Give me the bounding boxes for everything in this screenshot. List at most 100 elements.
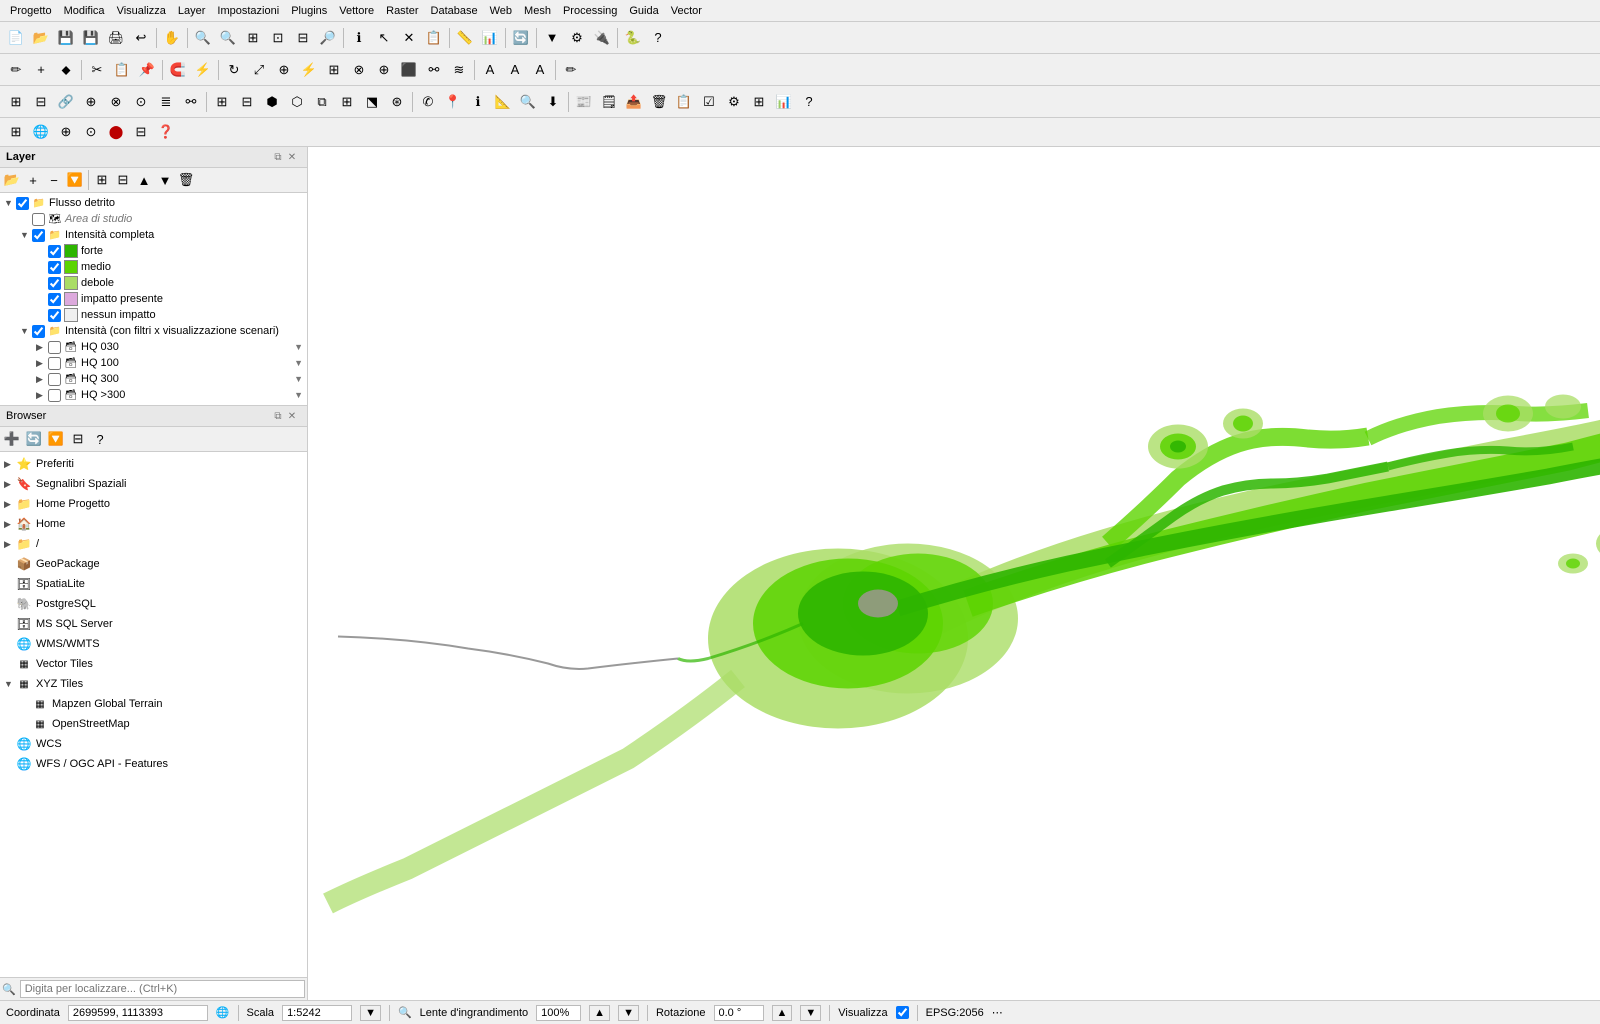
zoom-layer-btn[interactable]: ⊡	[266, 26, 290, 50]
browser-add-btn[interactable]: ➕	[2, 429, 22, 449]
layer-row-impatto[interactable]: impatto presente	[34, 291, 305, 307]
lens-down-btn[interactable]: ▼	[618, 1005, 639, 1021]
measure-btn[interactable]: 📏	[453, 26, 477, 50]
rotate-btn[interactable]: ↻	[222, 58, 246, 82]
cb-debole[interactable]	[48, 277, 61, 290]
layout2-btn[interactable]: 🗒	[597, 90, 621, 114]
browser-item-wms[interactable]: 🌐 WMS/WMTS	[0, 634, 307, 654]
rotation-input[interactable]	[714, 1005, 764, 1021]
identify2-btn[interactable]: ℹ	[466, 90, 490, 114]
plugin-btn[interactable]: 🔌	[590, 26, 614, 50]
atlas-btn[interactable]: 📊	[772, 90, 796, 114]
cb-forte[interactable]	[48, 245, 61, 258]
browser-collapse-btn[interactable]: ⊟	[68, 429, 88, 449]
layer-remove-btn[interactable]: −	[44, 170, 64, 190]
fill-ring-btn[interactable]: ⬛	[397, 58, 421, 82]
gps1-btn[interactable]: ⊞	[4, 120, 28, 144]
adv2-btn[interactable]: ⊟	[29, 90, 53, 114]
layer-row-hq300[interactable]: ▶ 🗃 HQ 300 ▼	[34, 371, 305, 387]
new-project-btn[interactable]: 📄	[4, 26, 28, 50]
adv3-btn[interactable]: 🔗	[54, 90, 78, 114]
browser-item-mssql[interactable]: 🗄 MS SQL Server	[0, 614, 307, 634]
layer-row-nessuno[interactable]: nessun impatto	[34, 307, 305, 323]
browser-item-wfs[interactable]: 🌐 WFS / OGC API - Features	[0, 754, 307, 774]
add-feature-btn[interactable]: +	[29, 58, 53, 82]
cb-area[interactable]	[32, 213, 45, 226]
browser-item-postgresql[interactable]: 🐘 PostgreSQL	[0, 594, 307, 614]
label2-btn[interactable]: A	[503, 58, 527, 82]
map-tips-btn[interactable]: ✆	[416, 90, 440, 114]
browser-help-btn[interactable]: ?	[90, 429, 110, 449]
adv5-btn[interactable]: ⊗	[104, 90, 128, 114]
browser-item-geopackage[interactable]: 📦 GeoPackage	[0, 554, 307, 574]
split-btn[interactable]: ⚡	[297, 58, 321, 82]
layer-row-debole[interactable]: debole	[34, 275, 305, 291]
coordinate-input[interactable]	[68, 1005, 208, 1021]
gps5-btn[interactable]: ⬤	[104, 120, 128, 144]
toggle-edit-btn[interactable]: ✏	[559, 58, 583, 82]
adv1-btn[interactable]: ⊞	[4, 90, 28, 114]
save-as-btn[interactable]: 💾	[79, 26, 103, 50]
download-btn[interactable]: ⬇	[541, 90, 565, 114]
adv16-btn[interactable]: ⊛	[385, 90, 409, 114]
cut-btn[interactable]: ✂	[85, 58, 109, 82]
spatial-q-btn[interactable]: 🔍	[516, 90, 540, 114]
rotation-up-btn[interactable]: ▲	[772, 1005, 793, 1021]
zoom-full-btn[interactable]: 🔎	[316, 26, 340, 50]
help2-btn[interactable]: ?	[797, 90, 821, 114]
gps3-btn[interactable]: ⊕	[54, 120, 78, 144]
browser-item-root[interactable]: ▶ 📁 /	[0, 534, 307, 554]
merge-btn[interactable]: ⊞	[322, 58, 346, 82]
settings-btn[interactable]: ⚙	[565, 26, 589, 50]
adv7-btn[interactable]: ≣	[154, 90, 178, 114]
menu-processing[interactable]: Processing	[557, 3, 623, 19]
layer-row-hq100[interactable]: ▶ 🗃 HQ 100 ▼	[34, 355, 305, 371]
menu-progetto[interactable]: Progetto	[4, 3, 58, 19]
label-btn[interactable]: A	[478, 58, 502, 82]
adv8-btn[interactable]: ⚯	[179, 90, 203, 114]
scale-dropdown-btn[interactable]: ▼	[360, 1005, 381, 1021]
menu-layer[interactable]: Layer	[172, 3, 212, 19]
gps6-btn[interactable]: ⊟	[129, 120, 153, 144]
map-area[interactable]	[308, 147, 1600, 1000]
cb-intensita[interactable]	[32, 229, 45, 242]
browser-item-spatialite[interactable]: 🗄 SpatiaLite	[0, 574, 307, 594]
annotation-btn[interactable]: 📍	[441, 90, 465, 114]
layer-row-hqgt300[interactable]: ▶ 🗃 HQ >300 ▼	[34, 387, 305, 403]
browser-panel-float-btn[interactable]: ⧉	[271, 409, 285, 423]
layer-delete-btn[interactable]: 🗑	[176, 170, 196, 190]
layer-row-forte[interactable]: forte	[34, 243, 305, 259]
snap-btn[interactable]: 🧲	[166, 58, 190, 82]
rotation-down-btn[interactable]: ▼	[800, 1005, 821, 1021]
browser-item-vector-tiles[interactable]: ▦ Vector Tiles	[0, 654, 307, 674]
adv12-btn[interactable]: ⬡	[285, 90, 309, 114]
menu-guida[interactable]: Guida	[623, 3, 664, 19]
cb-hq030[interactable]	[48, 341, 61, 354]
cb-impatto[interactable]	[48, 293, 61, 306]
zoom-extent-btn[interactable]: ⊞	[241, 26, 265, 50]
menu-database[interactable]: Database	[425, 3, 484, 19]
deselect-btn[interactable]: ✕	[397, 26, 421, 50]
layer-collapse-btn[interactable]: ⊟	[113, 170, 133, 190]
select-btn[interactable]: ↖	[372, 26, 396, 50]
lens-up-btn[interactable]: ▲	[589, 1005, 610, 1021]
delete-ring-btn[interactable]: ⊗	[347, 58, 371, 82]
browser-refresh-btn[interactable]: 🔄	[24, 429, 44, 449]
gps7-btn[interactable]: ❓	[154, 120, 178, 144]
python-btn[interactable]: 🐍	[621, 26, 645, 50]
zoom-in-btn[interactable]: 🔍	[191, 26, 215, 50]
layer-row-medio[interactable]: medio	[34, 259, 305, 275]
adv4-btn[interactable]: ⊕	[79, 90, 103, 114]
layout4-btn[interactable]: ☑	[697, 90, 721, 114]
layout6-btn[interactable]: ⊞	[747, 90, 771, 114]
cb-medio[interactable]	[48, 261, 61, 274]
browser-item-segnalibri[interactable]: ▶ 🔖 Segnalibri Spaziali	[0, 474, 307, 494]
menu-raster[interactable]: Raster	[380, 3, 424, 19]
layer-row-flusso[interactable]: ▼ 📁 Flusso detrito	[2, 195, 305, 211]
layer-diagram-btn[interactable]: 📊	[478, 26, 502, 50]
menu-plugins[interactable]: Plugins	[285, 3, 333, 19]
layer-row-area[interactable]: 🗺 Area di studio	[18, 211, 305, 227]
browser-item-xyz[interactable]: ▼ ▦ XYZ Tiles	[0, 674, 307, 694]
node-tool-btn[interactable]: ⬥	[54, 58, 78, 82]
browser-item-preferiti[interactable]: ▶ ⭐ Preferiti	[0, 454, 307, 474]
